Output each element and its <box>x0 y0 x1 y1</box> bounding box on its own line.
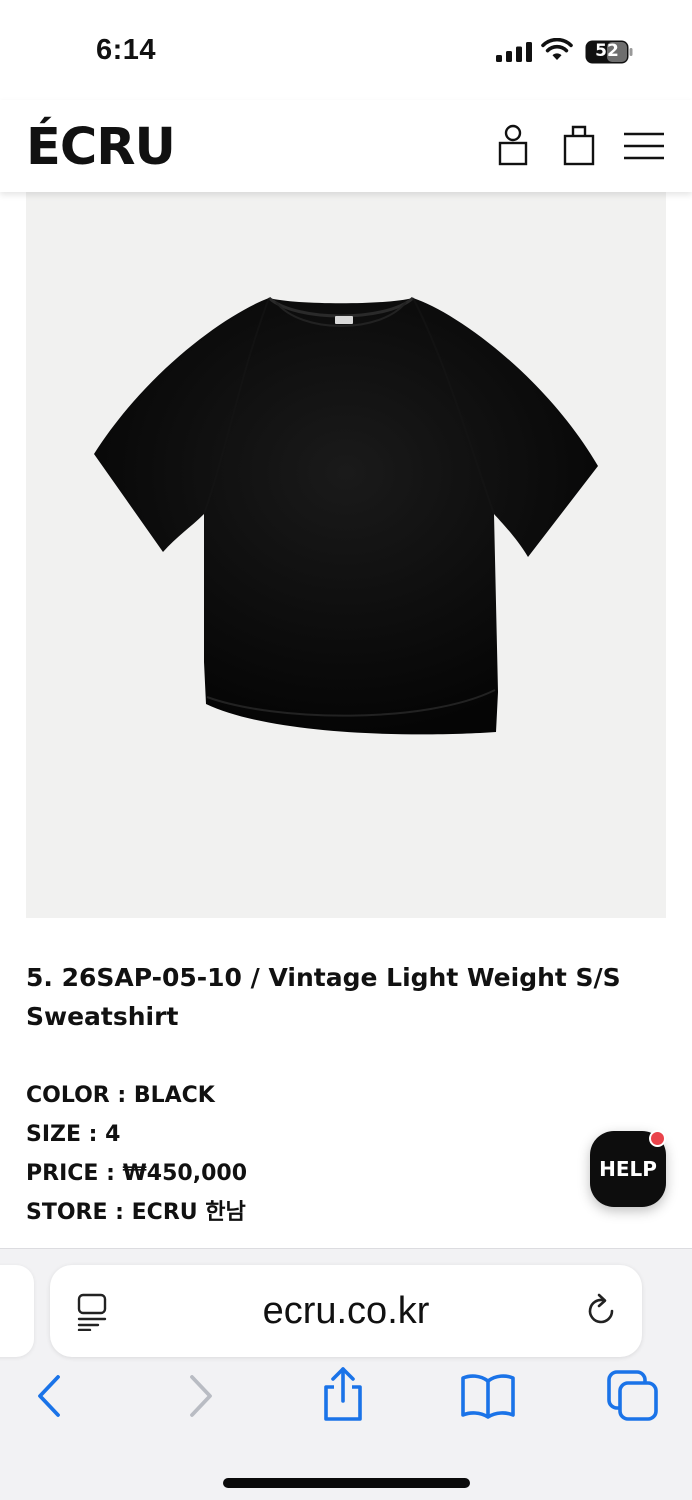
forward-arrow-icon[interactable] <box>186 1373 216 1419</box>
previous-tab-preview[interactable] <box>0 1265 34 1357</box>
home-indicator <box>223 1478 470 1488</box>
help-notification-badge <box>649 1130 666 1147</box>
account-icon[interactable] <box>497 124 529 166</box>
battery-level: 52 <box>595 41 619 61</box>
bookmarks-icon[interactable] <box>460 1373 516 1419</box>
spec-size: SIZE : 4 <box>26 1122 121 1147</box>
tabs-icon[interactable] <box>606 1369 660 1423</box>
reload-icon[interactable] <box>584 1293 620 1329</box>
status-time: 6:14 <box>96 34 157 66</box>
wifi-icon <box>541 38 573 60</box>
browser-toolbar: ecru.co.kr <box>0 1248 692 1500</box>
address-bar[interactable]: ecru.co.kr <box>50 1265 642 1357</box>
product-image[interactable] <box>26 192 666 918</box>
spec-store: STORE : ECRU 한남 <box>26 1200 246 1225</box>
spec-price: PRICE : ₩450,000 <box>26 1161 248 1186</box>
share-icon[interactable] <box>320 1367 366 1421</box>
site-header: ÉCRU <box>0 100 692 192</box>
url-text[interactable]: ecru.co.kr <box>50 1265 642 1357</box>
back-arrow-icon[interactable] <box>34 1373 64 1419</box>
status-bar: 6:14 52 <box>0 0 692 100</box>
spec-color: COLOR : BLACK <box>26 1083 215 1108</box>
battery-icon: 52 <box>585 40 633 64</box>
menu-icon[interactable] <box>623 124 665 166</box>
sweatshirt-image <box>94 296 598 735</box>
cart-icon[interactable] <box>562 124 596 166</box>
product-spec-list: COLOR : BLACK SIZE : 4 PRICE : ₩450,000 … <box>26 1076 426 1232</box>
product-title: 5. 26SAP-05-10 / Vintage Light Weight S/… <box>26 963 621 1031</box>
site-logo[interactable]: ÉCRU <box>26 118 176 177</box>
cellular-signal-icon <box>496 42 532 62</box>
